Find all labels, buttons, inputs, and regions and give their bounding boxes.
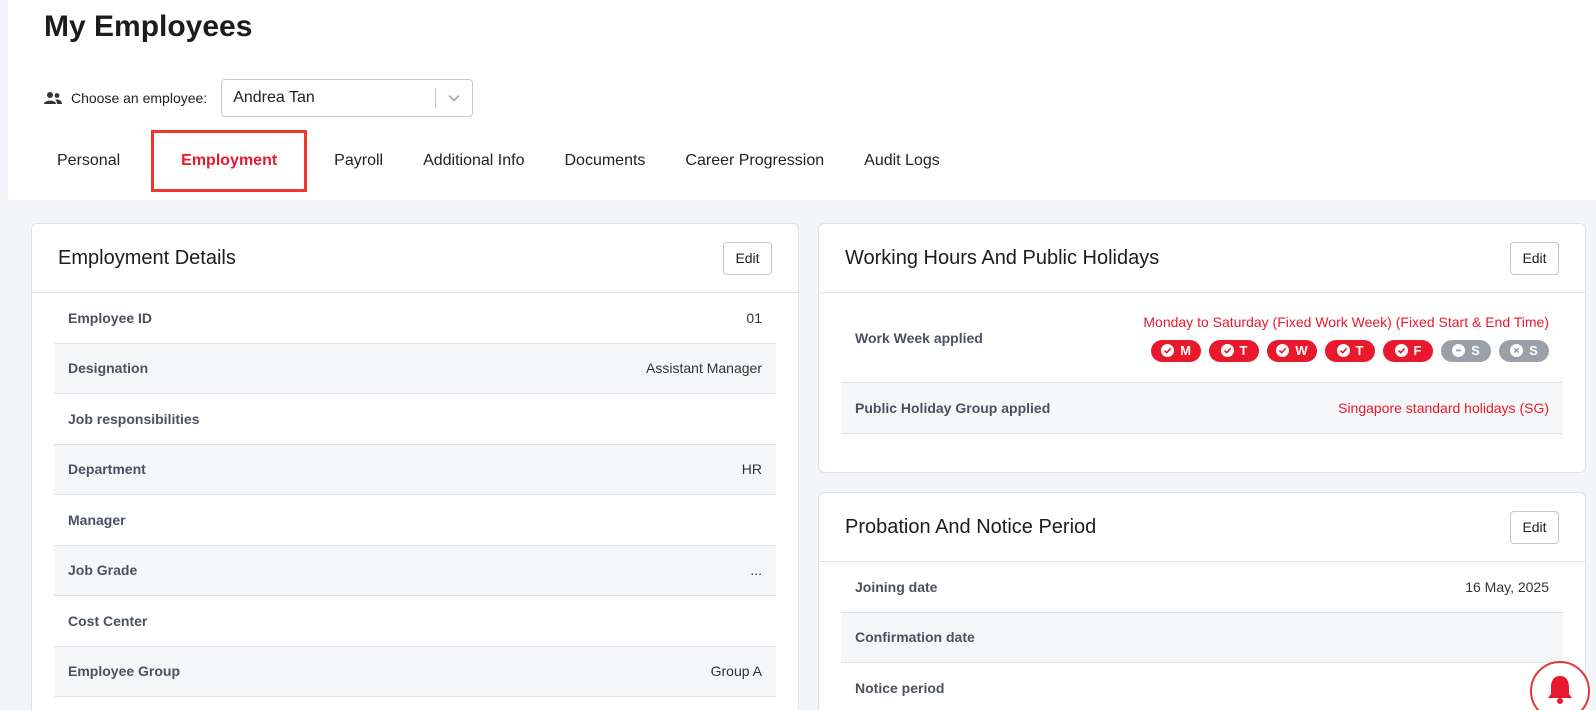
employment-details-title: Employment Details	[58, 246, 236, 269]
day-letter: S	[1529, 343, 1538, 358]
row-notice-period: Notice period	[841, 663, 1563, 710]
row-label: Notice period	[855, 679, 945, 696]
working-hours-title: Working Hours And Public Holidays	[845, 246, 1160, 269]
check-icon	[1220, 344, 1234, 357]
day-chip: W	[1267, 339, 1317, 362]
row-label: Confirmation date	[855, 629, 975, 646]
row-value: Assistant Manager	[646, 360, 762, 377]
day-letter: T	[1355, 343, 1364, 358]
row-value: 01	[746, 309, 762, 326]
row-value: Group A	[710, 663, 762, 680]
row-joining-date: Joining date 16 May, 2025	[841, 562, 1563, 613]
row-department: Department HR	[54, 444, 776, 495]
day-letter: F	[1413, 343, 1422, 358]
row-label: Manager	[68, 511, 126, 528]
chooser-label: Choose an employee:	[71, 90, 208, 106]
tab-career-progression[interactable]: Career Progression	[672, 130, 837, 192]
row-public-holiday: Public Holiday Group applied Singapore s…	[841, 383, 1563, 434]
day-chip: F	[1383, 339, 1433, 362]
check-icon	[1276, 344, 1290, 357]
work-week-block: Monday to Saturday (Fixed Work Week) (Fi…	[1143, 314, 1549, 362]
working-hours-edit-button[interactable]: Edit	[1510, 241, 1559, 275]
minus-icon	[1452, 344, 1466, 357]
tab-additional-info[interactable]: Additional Info	[410, 130, 537, 192]
row-designation: Designation Assistant Manager	[54, 343, 776, 394]
working-hours-header: Working Hours And Public Holidays Edit	[819, 224, 1585, 293]
day-chip: T	[1325, 339, 1375, 362]
tab-personal[interactable]: Personal	[44, 130, 133, 192]
bell-icon	[1543, 672, 1577, 710]
row-label: Public Holiday Group applied	[855, 400, 1051, 416]
employee-tabs: Personal Employment Payroll Additional I…	[44, 130, 967, 192]
chevron-down-icon[interactable]	[436, 80, 472, 116]
row-value: 16 May, 2025	[1465, 578, 1549, 595]
day-chip: S	[1441, 339, 1491, 362]
x-icon	[1510, 344, 1524, 357]
day-letter: S	[1471, 343, 1480, 358]
working-hours-card: Working Hours And Public Holidays Edit W…	[818, 223, 1586, 473]
check-icon	[1336, 344, 1350, 357]
day-letter: M	[1180, 343, 1191, 358]
work-week-link[interactable]: Monday to Saturday (Fixed Work Week) (Fi…	[1143, 314, 1549, 330]
row-work-week: Work Week applied Monday to Saturday (Fi…	[841, 293, 1563, 383]
employment-edit-button[interactable]: Edit	[723, 241, 772, 275]
row-label: Department	[68, 461, 146, 478]
row-employee-group: Employee Group Group A	[54, 646, 776, 697]
row-label: Cost Center	[68, 612, 148, 629]
day-chip: S	[1499, 339, 1549, 362]
day-chip: T	[1209, 339, 1259, 362]
row-label: Employee ID	[68, 309, 153, 326]
row-manager: Manager	[54, 495, 776, 546]
day-chips: M T W T F S S	[1143, 339, 1549, 362]
check-icon	[1161, 344, 1175, 357]
probation-header: Probation And Notice Period Edit	[819, 493, 1585, 562]
employee-select-value: Andrea Tan	[233, 89, 315, 106]
row-label: Designation	[68, 360, 149, 377]
day-chip: M	[1151, 339, 1201, 362]
day-letter: T	[1239, 343, 1248, 358]
employment-details-card: Employment Details Edit Employee ID 01 D…	[31, 223, 799, 710]
employment-rows: Employee ID 01 Designation Assistant Man…	[32, 293, 798, 697]
tab-documents[interactable]: Documents	[551, 130, 658, 192]
probation-edit-button[interactable]: Edit	[1510, 510, 1559, 544]
row-label: Work Week applied	[855, 329, 983, 346]
probation-rows: Joining date 16 May, 2025 Confirmation d…	[819, 562, 1585, 710]
row-value: HR	[741, 461, 762, 478]
tab-audit-logs[interactable]: Audit Logs	[851, 130, 953, 192]
row-job-grade: Job Grade ...	[54, 545, 776, 596]
row-confirmation-date: Confirmation date	[841, 612, 1563, 663]
row-label: Employee Group	[68, 663, 181, 680]
row-employee-id: Employee ID 01	[54, 293, 776, 344]
day-letter: W	[1295, 343, 1308, 358]
probation-card: Probation And Notice Period Edit Joining…	[818, 492, 1586, 710]
employment-details-header: Employment Details Edit	[32, 224, 798, 293]
probation-title: Probation And Notice Period	[845, 515, 1097, 538]
row-label: Job responsibilities	[68, 410, 200, 427]
users-icon	[44, 91, 62, 105]
row-cost-center: Cost Center	[54, 596, 776, 647]
tab-employment[interactable]: Employment	[151, 130, 308, 192]
page-title: My Employees	[44, 10, 253, 43]
row-job-responsibilities: Job responsibilities	[54, 394, 776, 445]
tab-payroll[interactable]: Payroll	[321, 130, 396, 192]
row-label: Job Grade	[68, 562, 138, 579]
holiday-group-link[interactable]: Singapore standard holidays (SG)	[1338, 400, 1549, 416]
row-value: ...	[750, 562, 762, 579]
employee-chooser: Choose an employee: Andrea Tan	[44, 79, 474, 117]
check-icon	[1394, 344, 1408, 357]
row-label: Joining date	[855, 578, 938, 595]
working-hours-rows: Work Week applied Monday to Saturday (Fi…	[819, 293, 1585, 434]
employee-select[interactable]: Andrea Tan	[221, 79, 474, 117]
